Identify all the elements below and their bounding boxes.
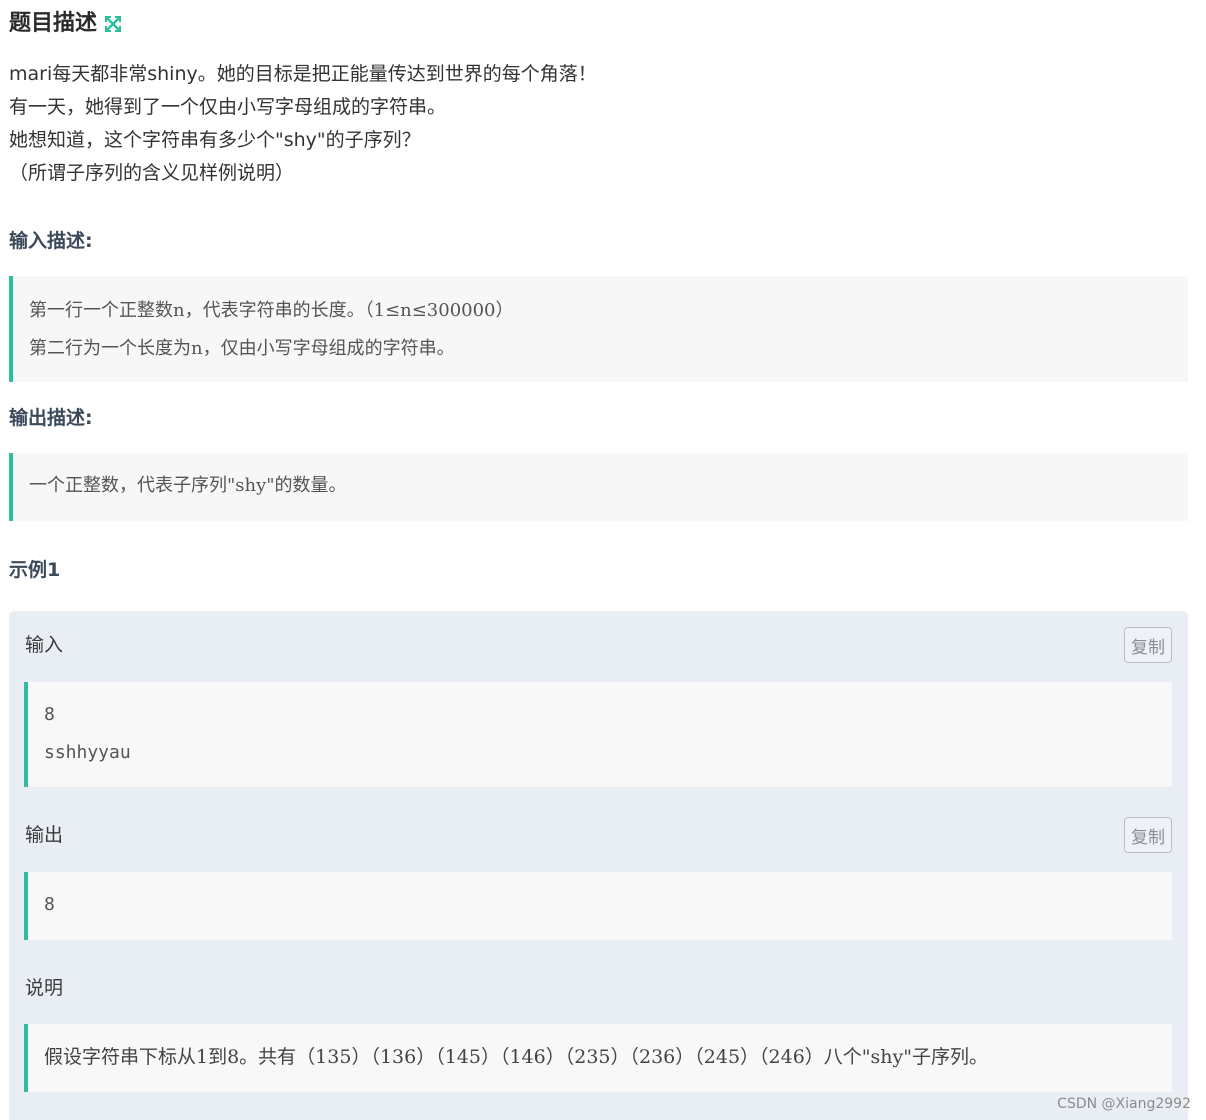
example-input-line: 8 <box>44 704 55 725</box>
input-description-block: 第一行一个正整数n，代表字符串的长度。（1≤n≤300000） 第二行为一个长度… <box>9 276 1188 382</box>
example-explain-label: 说明 <box>25 977 64 999</box>
example-output-label: 输出 <box>25 824 64 846</box>
output-description-heading: 输出描述: <box>9 407 93 429</box>
example-panel: 输入 复制 8 sshhyyau 输出 复制 8 说明 假设字符串下标从1到8。… <box>9 611 1188 1120</box>
description-line: 有一天，她得到了一个仅由小写字母组成的字符串。 <box>9 96 447 118</box>
csdn-watermark: CSDN @Xiang2992 <box>1057 1096 1191 1112</box>
example-explain-block: 假设字符串下标从1到8。共有（135）（136）（145）（146）（235）（… <box>24 1024 1172 1092</box>
problem-description: mari每天都非常shiny。她的目标是把正能量传达到世界的每个角落！ 有一天，… <box>9 58 1189 190</box>
title-row: 题目描述 <box>9 8 123 40</box>
input-description-line: 第一行一个正整数n，代表字符串的长度。（1≤n≤300000） <box>29 300 514 321</box>
description-line: mari每天都非常shiny。她的目标是把正能量传达到世界的每个角落！ <box>9 63 597 85</box>
copy-input-button[interactable]: 复制 <box>1124 627 1172 663</box>
example-input-label: 输入 <box>25 634 64 656</box>
expand-arrows-icon[interactable] <box>103 14 123 34</box>
copy-output-button[interactable]: 复制 <box>1124 817 1172 853</box>
example-explain-text: 假设字符串下标从1到8。共有（135）（136）（145）（146）（235）（… <box>44 1046 988 1068</box>
page-title: 题目描述 <box>9 11 98 36</box>
input-description-line: 第二行为一个长度为n，仅由小写字母组成的字符串。 <box>29 338 455 359</box>
example-output-code[interactable]: 8 <box>24 872 1172 940</box>
example-input-code[interactable]: 8 sshhyyau <box>24 682 1172 787</box>
problem-page: 题目描述 mari每天都非常shiny。她的目标是把正能量传达到世界的每个角落！… <box>0 0 1206 1120</box>
description-line: （所谓子序列的含义见样例说明） <box>9 162 295 184</box>
example-input-line: sshhyyau <box>44 742 131 763</box>
output-description-block: 一个正整数，代表子序列"shy"的数量。 <box>9 453 1188 521</box>
example-heading: 示例1 <box>9 559 61 581</box>
output-description-line: 一个正整数，代表子序列"shy"的数量。 <box>29 475 347 496</box>
description-line: 她想知道，这个字符串有多少个"shy"的子序列？ <box>9 129 421 151</box>
example-output-line: 8 <box>44 894 55 915</box>
input-description-heading: 输入描述: <box>9 230 93 252</box>
